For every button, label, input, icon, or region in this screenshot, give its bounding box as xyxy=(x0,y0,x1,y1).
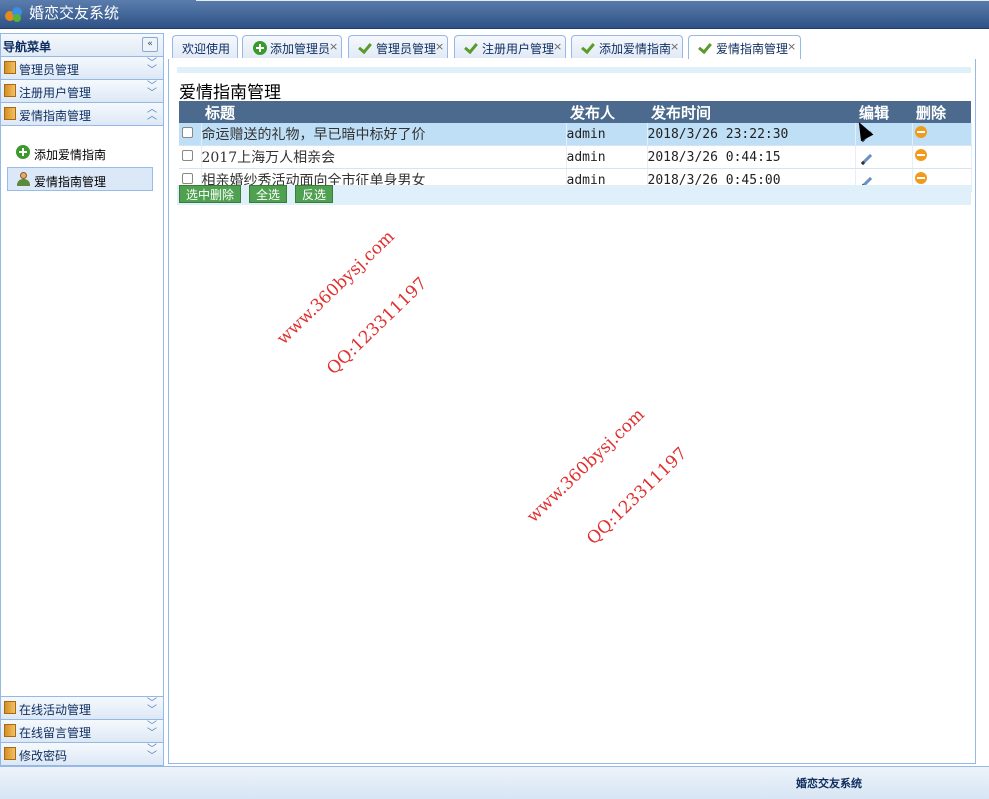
footer: 婚恋交友系统 xyxy=(0,766,989,799)
delete-icon[interactable] xyxy=(914,172,927,184)
folder-icon xyxy=(4,701,16,714)
header-check xyxy=(179,101,201,123)
folder-icon xyxy=(4,61,16,74)
header-title: 标题 xyxy=(205,103,236,122)
app-header: 婚恋交友系统 xyxy=(0,0,989,29)
row-publisher: admin xyxy=(566,145,648,169)
page-title: 爱情指南管理 xyxy=(179,83,281,103)
accordion-label: 注册用户管理 xyxy=(19,86,92,100)
accordion-label: 在线活动管理 xyxy=(19,703,92,717)
check-icon xyxy=(359,41,373,53)
accordion-activities[interactable]: 在线活动管理 ﹀ ﹀ xyxy=(1,696,163,720)
tab-label: 注册用户管理 xyxy=(482,42,555,56)
accordion-label: 在线留言管理 xyxy=(19,726,92,740)
tab-admin-manage[interactable]: 管理员管理 × xyxy=(348,35,448,58)
close-icon[interactable]: × xyxy=(435,40,444,53)
close-icon[interactable]: × xyxy=(553,40,562,53)
accordion-label: 管理员管理 xyxy=(19,63,80,77)
sidebar-header: 导航菜单 « xyxy=(1,34,163,57)
chevron-down-icon: ﹀ ﹀ xyxy=(147,744,157,762)
chevron-down-icon: ﹀ ﹀ xyxy=(147,698,157,716)
row-checkbox[interactable] xyxy=(182,173,193,184)
tab-label: 爱情指南管理 xyxy=(716,42,789,56)
delete-selected-button[interactable]: 选中删除 xyxy=(179,185,241,203)
row-title[interactable]: 2017上海万人相亲会 xyxy=(201,145,567,169)
panel-strip xyxy=(177,67,971,73)
tab-guide-manage[interactable]: 爱情指南管理 × xyxy=(688,35,801,60)
table-row: 2017上海万人相亲会 admin 2018/3/26 0:44:15 xyxy=(179,145,972,169)
footer-label: 婚恋交友系统 xyxy=(796,777,862,790)
chevron-down-icon: ﹀ ﹀ xyxy=(147,58,157,76)
tab-label: 添加管理员 xyxy=(270,42,331,56)
close-icon[interactable]: × xyxy=(670,40,679,53)
sidebar-item-add-guide[interactable]: 添加爱情指南 xyxy=(7,140,153,164)
sidebar: 导航菜单 « 管理员管理 ﹀ ﹀ 注册用户管理 ﹀ ﹀ 爱情指南管理 ︿ ︿ 添加爱情… xyxy=(0,33,164,766)
table-header: 标题 发布人 发布时间 编辑 删除 xyxy=(179,101,971,123)
sidebar-item-label: 添加爱情指南 xyxy=(34,148,107,162)
guide-panel: 爱情指南管理 标题 发布人 发布时间 编辑 删除 命运赠送的礼物，早已暗中标好了… xyxy=(177,67,972,207)
folder-icon xyxy=(4,84,16,97)
tab-label: 添加爱情指南 xyxy=(599,42,672,56)
accordion-users[interactable]: 注册用户管理 ﹀ ﹀ xyxy=(1,80,163,103)
guide-table: 标题 发布人 发布时间 编辑 删除 命运赠送的礼物，早已暗中标好了价 admin… xyxy=(179,101,972,192)
app-title: 婚恋交友系统 xyxy=(29,4,120,22)
check-icon xyxy=(465,41,479,53)
row-time: 2018/3/26 23:22:30 xyxy=(647,123,856,146)
chevron-down-icon: ﹀ ﹀ xyxy=(147,81,157,99)
header-delete: 删除 xyxy=(916,103,947,122)
close-icon[interactable]: × xyxy=(329,40,338,53)
accordion-messages[interactable]: 在线留言管理 ﹀ ﹀ xyxy=(1,720,163,743)
header-stripe xyxy=(196,0,989,1)
collapse-sidebar-icon[interactable]: « xyxy=(142,37,158,52)
tab-add-admin[interactable]: 添加管理员 × xyxy=(242,35,342,58)
tab-welcome[interactable]: 欢迎使用 xyxy=(172,35,238,58)
row-time: 2018/3/26 0:44:15 xyxy=(647,145,856,169)
tab-user-manage[interactable]: 注册用户管理 × xyxy=(454,35,566,58)
folder-icon xyxy=(4,747,16,760)
folder-icon xyxy=(4,107,16,120)
add-icon xyxy=(253,41,267,55)
accordion-label: 爱情指南管理 xyxy=(19,109,92,123)
sidebar-item-label: 爱情指南管理 xyxy=(34,175,107,189)
chevron-down-icon: ﹀ ﹀ xyxy=(147,721,157,739)
content-area: 爱情指南管理 标题 发布人 发布时间 编辑 删除 命运赠送的礼物，早已暗中标好了… xyxy=(168,59,976,764)
row-publisher: admin xyxy=(566,123,648,146)
check-icon xyxy=(582,41,596,53)
row-title[interactable]: 命运赠送的礼物，早已暗中标好了价 xyxy=(201,123,567,146)
sidebar-title: 导航菜单 xyxy=(3,40,52,54)
app-logo-icon xyxy=(5,7,22,22)
accordion-password[interactable]: 修改密码 ﹀ ﹀ xyxy=(1,743,163,765)
tab-add-guide[interactable]: 添加爱情指南 × xyxy=(571,35,683,58)
accordion-admin[interactable]: 管理员管理 ﹀ ﹀ xyxy=(1,57,163,80)
select-all-button[interactable]: 全选 xyxy=(249,185,287,203)
close-icon[interactable]: × xyxy=(787,40,796,53)
row-checkbox[interactable] xyxy=(182,127,193,138)
accordion-body: 添加爱情指南 爱情指南管理 xyxy=(1,126,163,694)
row-checkbox[interactable] xyxy=(182,150,193,161)
edit-icon[interactable] xyxy=(860,153,872,166)
sidebar-bottom-sections: 在线活动管理 ﹀ ﹀ 在线留言管理 ﹀ ﹀ 修改密码 ﹀ ﹀ xyxy=(1,696,163,765)
delete-icon[interactable] xyxy=(914,126,927,138)
check-icon xyxy=(699,41,713,53)
add-icon xyxy=(16,145,30,159)
tab-label: 管理员管理 xyxy=(376,42,437,56)
sidebar-item-guide-manage[interactable]: 爱情指南管理 xyxy=(7,167,153,191)
delete-icon[interactable] xyxy=(914,149,927,161)
invert-selection-button[interactable]: 反选 xyxy=(295,185,333,203)
tab-label: 欢迎使用 xyxy=(182,42,231,56)
tab-strip: 欢迎使用 添加管理员 × 管理员管理 × 注册用户管理 × 添加爱情指南 × 爱… xyxy=(168,33,976,60)
header-publisher: 发布人 xyxy=(570,103,616,122)
chevron-up-icon: ︿ ︿ xyxy=(147,104,157,122)
accordion-love-guide[interactable]: 爱情指南管理 ︿ ︿ xyxy=(1,103,163,126)
header-time: 发布时间 xyxy=(651,103,712,122)
folder-icon xyxy=(4,724,16,737)
accordion-label: 修改密码 xyxy=(19,749,68,763)
user-icon xyxy=(16,172,30,186)
